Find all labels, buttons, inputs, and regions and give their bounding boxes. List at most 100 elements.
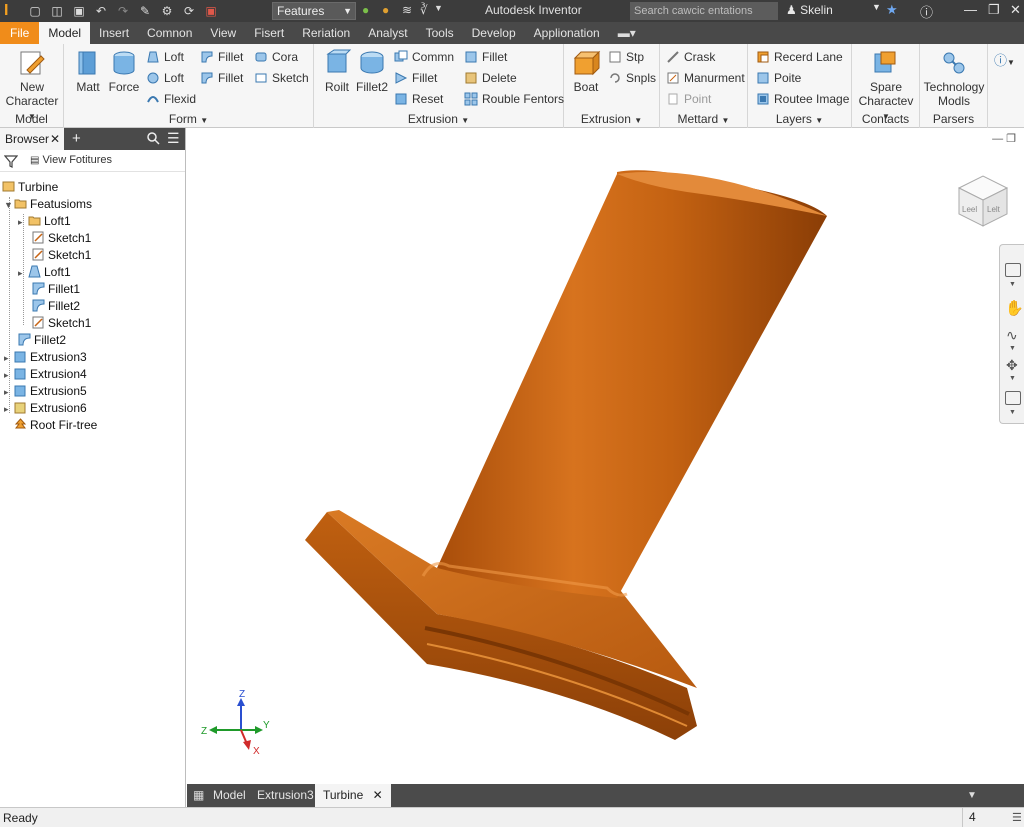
settings-icon[interactable]: ⚙ [158, 3, 176, 19]
expand-icon[interactable]: ▸ [18, 265, 28, 282]
star-icon[interactable]: ★ [886, 2, 898, 18]
tree-node-fillet1[interactable]: Fillet1 [32, 281, 80, 298]
adjust-icon[interactable]: ≋ [402, 3, 412, 17]
chevron-down-icon[interactable]: ▼ [1009, 409, 1016, 416]
tree-node-sketch1[interactable]: Sketch1 [32, 315, 91, 332]
stp-button[interactable]: Stp [608, 48, 644, 66]
doc-tab-model[interactable]: Model [213, 784, 246, 807]
tab-fisert[interactable]: Fisert [245, 22, 293, 44]
full-navigation-wheel-icon[interactable] [1005, 263, 1021, 277]
extrusion2-panel-title[interactable]: Extrusion ▼ [564, 111, 659, 127]
boat-button[interactable]: Boat [568, 48, 604, 94]
expand-icon[interactable]: ▸ [4, 401, 14, 418]
status-menu-icon[interactable]: ☰ [1012, 811, 1022, 824]
tree-node-sketch1[interactable]: Sketch1 [32, 247, 91, 264]
collapse-icon[interactable]: ▼ [4, 197, 14, 214]
routee-image-button[interactable]: Routee Image [756, 90, 849, 108]
view-features-button[interactable]: ▤ View Fotitures [30, 154, 112, 166]
search-icon[interactable] [146, 131, 160, 148]
save-icon[interactable]: ▣ [70, 3, 88, 19]
expand-icon[interactable]: ▸ [18, 214, 28, 231]
layers-panel-title[interactable]: Layers ▼ [748, 111, 851, 127]
add-tab-icon[interactable]: + [72, 128, 81, 150]
fillet-button-3[interactable]: Fillet [394, 69, 437, 87]
filter-icon[interactable] [3, 154, 19, 171]
fillet-button-4[interactable]: Fillet [464, 48, 507, 66]
point-button[interactable]: Point [666, 90, 711, 108]
manurment-button[interactable]: Manurment [666, 69, 745, 87]
form-panel-title[interactable]: Form ▼ [64, 111, 313, 127]
tree-node-turbine[interactable]: Turbine [2, 179, 58, 196]
ribbon-help-icon[interactable]: ⓘ▼ [994, 50, 1015, 69]
recerd-lane-button[interactable]: Recerd Lane [756, 48, 843, 66]
material-combo[interactable]: Features ▼ [272, 2, 356, 20]
ribbon-options-icon[interactable]: ▬▾ [609, 22, 645, 44]
sketch-button[interactable]: Sketch [254, 69, 309, 87]
tree-node-root-fir-tree[interactable]: Root Fir-tree [14, 417, 97, 434]
close-icon[interactable]: ✕ [50, 128, 60, 150]
loft-button-1[interactable]: Loft [146, 48, 184, 66]
measure-icon[interactable]: ∛ [420, 3, 428, 17]
open-folder-icon[interactable]: ◫ [48, 3, 66, 19]
tab-file[interactable]: File [0, 22, 40, 44]
tree-node-loft1[interactable]: ▸ Loft1 [18, 264, 71, 281]
pan-hand-icon[interactable]: ✋ [1005, 299, 1024, 317]
technology-modls-button[interactable]: Technology Modls [922, 48, 986, 108]
graphics-viewport[interactable]: — ❐ Leel Lelt ▼ ✋ ∿ ▼ ✥ ▼ ▼ Z Z Y X [187, 128, 1024, 784]
tree-node-extrusion3[interactable]: ▸ Extrusion3 [4, 349, 87, 366]
tree-node-fillet2[interactable]: Fillet2 [18, 332, 66, 349]
tab-view[interactable]: View [201, 22, 245, 44]
fillet-button-1[interactable]: Fillet [200, 48, 243, 66]
shield-icon[interactable]: ▣ [202, 3, 220, 19]
doc-tab-extrusion3[interactable]: Extrusion3 [257, 784, 314, 807]
update-icon[interactable]: ⟳ [180, 3, 198, 19]
user-dropdown-icon[interactable]: ▼ [872, 2, 881, 12]
loft-button-2[interactable]: Loft [146, 69, 184, 87]
redo-icon[interactable]: ↷ [114, 3, 132, 19]
tree-node-fillet2[interactable]: Fillet2 [32, 298, 80, 315]
expand-icon[interactable]: ▸ [4, 384, 14, 401]
tree-node-loft1[interactable]: ▸ Loft1 [18, 213, 71, 230]
appearance-icon[interactable]: ● [362, 3, 369, 17]
tab-develop[interactable]: Develop [463, 22, 525, 44]
tab-tools[interactable]: Tools [417, 22, 463, 44]
chevron-down-icon[interactable]: ▼ [1009, 375, 1016, 382]
help-icon[interactable]: ⓘ [920, 2, 933, 21]
orbit-icon[interactable]: ∿ [1006, 327, 1018, 344]
tab-model[interactable]: Model [39, 22, 91, 44]
tab-scroll-icon[interactable]: ▼ [967, 784, 977, 807]
reset-button[interactable]: Reset [394, 90, 443, 108]
close-icon[interactable]: ✕ [373, 788, 383, 802]
select-icon[interactable]: ✎ [136, 3, 154, 19]
inventor-logo-icon[interactable]: I [4, 2, 18, 20]
snpls-button[interactable]: Snpls [608, 69, 656, 87]
doc-tab-turbine[interactable]: Turbine ✕ [315, 784, 391, 807]
crask-button[interactable]: Crask [666, 48, 715, 66]
tab-applionation[interactable]: Applionation [525, 22, 609, 44]
user-account[interactable]: ♟ Skelin [786, 3, 833, 17]
tab-comnon[interactable]: Comnon [138, 22, 201, 44]
poite-button[interactable]: Poite [756, 69, 801, 87]
new-file-icon[interactable]: ▢ [26, 3, 44, 19]
tree-node-featusioms[interactable]: ▼ Featusioms [4, 196, 92, 213]
menu-icon[interactable]: ☰ [167, 130, 180, 147]
look-at-icon[interactable] [1005, 391, 1021, 405]
zoom-icon[interactable]: ✥ [1006, 357, 1018, 374]
grid-menu-icon[interactable]: ▦ [193, 784, 204, 807]
close-icon[interactable]: ✕ [1010, 2, 1021, 18]
qat-dropdown-icon[interactable]: ▼ [434, 3, 443, 13]
color-wheel-icon[interactable]: ● [382, 3, 389, 17]
expand-icon[interactable]: ▸ [4, 367, 14, 384]
tab-insert[interactable]: Insert [90, 22, 138, 44]
flexid-button[interactable]: Flexid [146, 90, 196, 108]
fillet-button-2[interactable]: Fillet [200, 69, 243, 87]
tree-node-extrusion4[interactable]: ▸ Extrusion4 [4, 366, 87, 383]
chevron-down-icon[interactable]: ▼ [1009, 345, 1016, 352]
viewcube-icon[interactable]: Leel Lelt [953, 170, 1013, 232]
tree-node-extrusion5[interactable]: ▸ Extrusion5 [4, 383, 87, 400]
mettard-panel-title[interactable]: Mettard ▼ [660, 111, 747, 127]
expand-icon[interactable]: ▸ [4, 350, 14, 367]
force-button[interactable]: Force [106, 48, 142, 94]
roilt-button[interactable]: Roilt [318, 48, 356, 94]
commn-button[interactable]: Commn [394, 48, 454, 66]
